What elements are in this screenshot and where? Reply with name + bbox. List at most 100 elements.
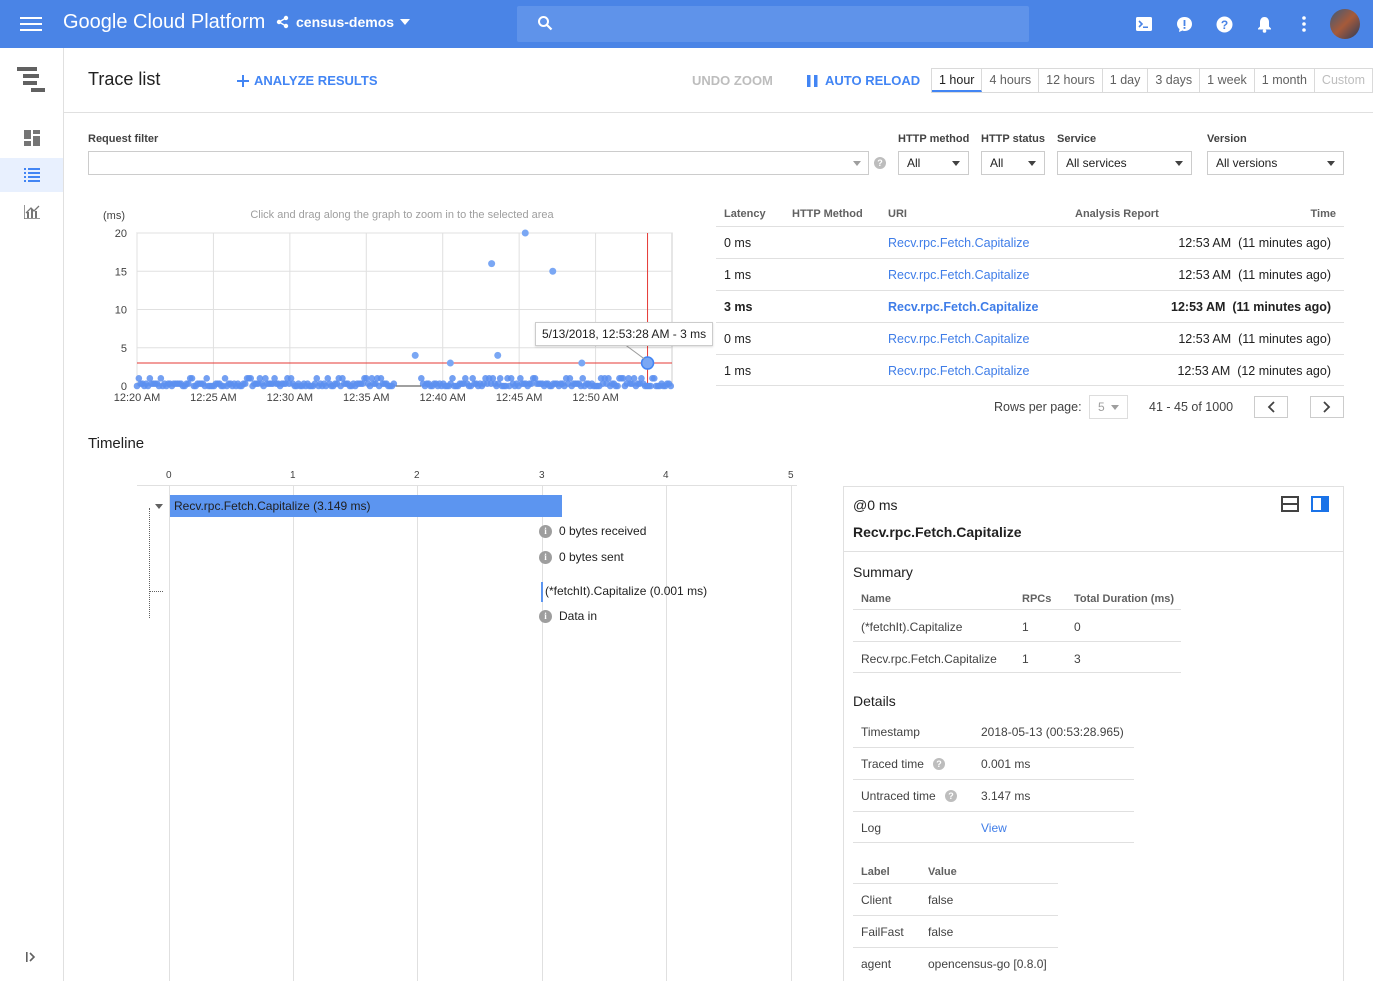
uri-link[interactable]: Recv.rpc.Fetch.Capitalize bbox=[888, 300, 1039, 314]
annotation-text: 0 bytes received bbox=[559, 524, 647, 538]
table-row[interactable]: 0 ms Recv.rpc.Fetch.Capitalize 12:53 AM … bbox=[716, 322, 1344, 354]
notifications-icon[interactable] bbox=[1244, 4, 1284, 44]
latency-cell: 3 ms bbox=[724, 300, 753, 314]
annotation-data-in: i Data in bbox=[539, 609, 597, 623]
range-1-hour[interactable]: 1 hour bbox=[932, 69, 983, 92]
root-span-bar[interactable]: Recv.rpc.Fetch.Capitalize (3.149 ms) bbox=[170, 495, 562, 517]
uri-link[interactable]: Recv.rpc.Fetch.Capitalize bbox=[888, 268, 1030, 282]
version-select[interactable]: All versions bbox=[1207, 151, 1344, 175]
chart-hint: Click and drag along the graph to zoom i… bbox=[250, 209, 554, 221]
help-icon[interactable]: ? bbox=[874, 157, 886, 169]
data-point bbox=[247, 375, 255, 382]
rows-per-page-select[interactable]: 5 bbox=[1089, 395, 1128, 419]
avatar[interactable] bbox=[1330, 9, 1360, 39]
detail-value: 3.147 ms bbox=[981, 789, 1031, 803]
uri-link[interactable]: Recv.rpc.Fetch.Capitalize bbox=[888, 236, 1030, 250]
search-input[interactable] bbox=[565, 12, 1015, 36]
col-time[interactable]: Time bbox=[1311, 208, 1336, 220]
table-row[interactable]: 0 ms Recv.rpc.Fetch.Capitalize 12:53 AM … bbox=[716, 226, 1344, 258]
range-custom[interactable]: Custom bbox=[1315, 69, 1372, 92]
data-point bbox=[446, 359, 454, 367]
undo-zoom-button[interactable]: UNDO ZOOM bbox=[692, 73, 773, 88]
timeline-tick: 3 bbox=[539, 470, 545, 481]
timeline-tick: 1 bbox=[290, 470, 296, 481]
label-col-value: Value bbox=[928, 866, 957, 878]
more-vert-icon[interactable] bbox=[1284, 4, 1324, 44]
data-point bbox=[579, 375, 587, 382]
help-icon[interactable]: ? bbox=[1204, 4, 1244, 44]
pause-icon bbox=[807, 74, 818, 87]
trace-product-icon[interactable] bbox=[0, 62, 63, 98]
nav-overview-icon[interactable] bbox=[0, 121, 63, 155]
search-bar[interactable] bbox=[517, 6, 1029, 42]
nav-analysis-icon[interactable] bbox=[0, 195, 63, 229]
cloud-shell-icon[interactable] bbox=[1124, 4, 1164, 44]
latency-cell: 0 ms bbox=[724, 332, 752, 346]
x-tick-label: 12:35 AM bbox=[343, 392, 389, 404]
request-filter-input[interactable] bbox=[88, 151, 869, 175]
chart-svg[interactable]: (ms) Click and drag along the graph to z… bbox=[100, 205, 720, 415]
http-status-value: All bbox=[990, 156, 1004, 170]
help-icon[interactable]: ? bbox=[945, 790, 957, 802]
layout-horizontal-icon[interactable] bbox=[1281, 496, 1299, 512]
menu-icon[interactable] bbox=[20, 14, 42, 34]
log-view-link[interactable]: View bbox=[981, 821, 1007, 835]
next-page-button[interactable] bbox=[1310, 396, 1344, 418]
summary-col-rpcs: RPCs bbox=[1022, 593, 1052, 605]
rows-per-page-label: Rows per page: bbox=[994, 400, 1082, 414]
table-row[interactable]: 1 ms Recv.rpc.Fetch.Capitalize 12:53 AM … bbox=[716, 354, 1344, 386]
help-icon[interactable]: ? bbox=[933, 758, 945, 770]
range-1-day[interactable]: 1 day bbox=[1103, 69, 1149, 92]
data-point bbox=[390, 380, 398, 388]
range-1-month[interactable]: 1 month bbox=[1255, 69, 1315, 92]
plus-icon bbox=[237, 74, 249, 87]
timeline-grid-line bbox=[791, 485, 792, 981]
range-4-hours[interactable]: 4 hours bbox=[982, 69, 1040, 92]
col-uri[interactable]: URI bbox=[888, 208, 907, 220]
table-row[interactable]: 1 ms Recv.rpc.Fetch.Capitalize 12:53 AM … bbox=[716, 258, 1344, 290]
prev-page-button[interactable] bbox=[1254, 396, 1288, 418]
label-value: false bbox=[928, 893, 954, 907]
project-selector[interactable]: census-demos bbox=[276, 14, 411, 30]
table-row-selected[interactable]: 3 ms Recv.rpc.Fetch.Capitalize 12:53 AM … bbox=[716, 290, 1344, 322]
range-3-days[interactable]: 3 days bbox=[1148, 69, 1201, 92]
data-point bbox=[566, 375, 574, 382]
brand-title[interactable]: Google Cloud Platform bbox=[63, 11, 265, 34]
tree-connector bbox=[149, 508, 157, 618]
time-range-selector: 1 hour 4 hours 12 hours 1 day 3 days 1 w… bbox=[931, 68, 1373, 93]
expand-nav-icon[interactable] bbox=[0, 940, 63, 974]
http-method-select[interactable]: All bbox=[898, 151, 969, 175]
http-method-value: All bbox=[907, 156, 921, 170]
col-analysis-report[interactable]: Analysis Report bbox=[1075, 208, 1159, 220]
auto-reload-button[interactable]: AUTO RELOAD bbox=[807, 73, 920, 88]
data-point bbox=[221, 375, 229, 382]
uri-link[interactable]: Recv.rpc.Fetch.Capitalize bbox=[888, 364, 1030, 378]
time-cell: 12:53 AM (11 minutes ago) bbox=[1178, 268, 1331, 282]
child-span-bar[interactable] bbox=[541, 582, 543, 602]
uri-link[interactable]: Recv.rpc.Fetch.Capitalize bbox=[888, 332, 1030, 346]
timeline-tick: 2 bbox=[414, 470, 420, 481]
tooltip-pointer bbox=[625, 344, 645, 360]
http-status-select[interactable]: All bbox=[981, 151, 1045, 175]
data-point bbox=[650, 375, 658, 382]
latency-cell: 1 ms bbox=[724, 268, 752, 282]
dropdown-arrow-icon[interactable] bbox=[853, 161, 861, 166]
data-point bbox=[488, 260, 496, 268]
data-point bbox=[605, 375, 612, 382]
timeline-grid-line bbox=[293, 485, 294, 981]
nav-trace-list-icon[interactable] bbox=[0, 158, 63, 192]
col-latency[interactable]: Latency bbox=[724, 208, 766, 220]
col-http-method[interactable]: HTTP Method bbox=[792, 208, 863, 220]
range-12-hours[interactable]: 12 hours bbox=[1039, 69, 1103, 92]
child-span-label[interactable]: (*fetchIt).Capitalize (0.001 ms) bbox=[545, 584, 707, 598]
latency-scatter-chart[interactable]: (ms) Click and drag along the graph to z… bbox=[100, 205, 720, 415]
analyze-results-button[interactable]: ANALYZE RESULTS bbox=[237, 73, 378, 88]
service-select[interactable]: All services bbox=[1057, 151, 1192, 175]
span-detail-panel: @0 ms Recv.rpc.Fetch.Capitalize Summary … bbox=[843, 486, 1344, 981]
chart-tooltip: 5/13/2018, 12:53:28 AM - 3 ms bbox=[535, 322, 714, 346]
data-point bbox=[578, 359, 586, 367]
layout-side-panel-icon[interactable] bbox=[1311, 496, 1329, 512]
feedback-icon[interactable] bbox=[1164, 4, 1204, 44]
project-name: census-demos bbox=[296, 14, 395, 30]
range-1-week[interactable]: 1 week bbox=[1200, 69, 1255, 92]
